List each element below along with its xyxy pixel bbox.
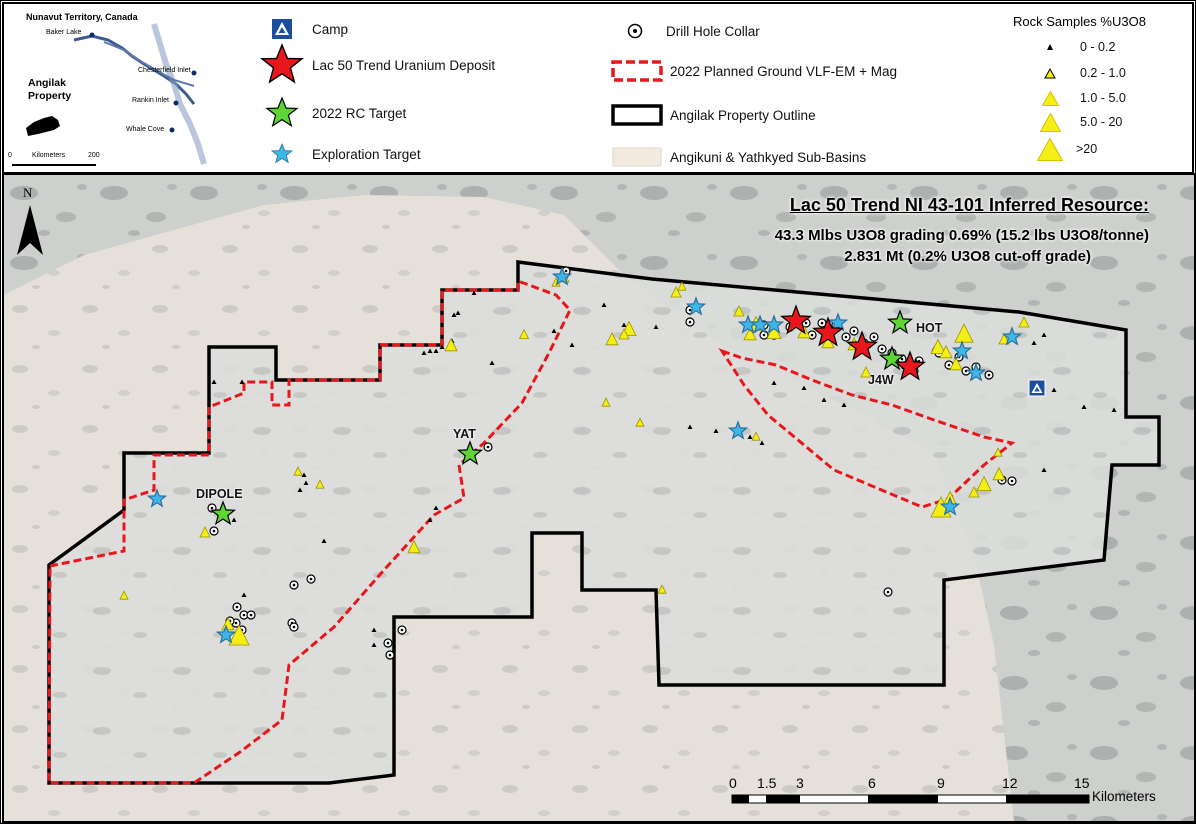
- inset-scale-end: 200: [88, 152, 100, 159]
- legend-drill-label: Drill Hole Collar: [666, 23, 760, 39]
- drill-hole-collar[interactable]: [877, 344, 887, 354]
- resource-line-1: 43.3 Mlbs U3O8 grading 0.69% (15.2 lbs U…: [774, 227, 1149, 244]
- label-hot: HOT: [916, 321, 943, 335]
- inset-scale-start: 0: [8, 152, 12, 159]
- drill-hole-collar[interactable]: [209, 526, 219, 536]
- legend-rock-class-2: 1.0 - 5.0: [1030, 88, 1126, 108]
- drill-hole-collar[interactable]: [246, 610, 256, 620]
- drill-hole-collar[interactable]: [685, 317, 695, 327]
- legend-exploration-label: Exploration Target: [312, 146, 421, 162]
- resource-title: Lac 50 Trend NI 43-101 Inferred Resource…: [789, 195, 1149, 215]
- legend-rock-class-1: 0.2 - 1.0: [1030, 65, 1126, 81]
- scale-tick-5: 12: [1002, 775, 1018, 791]
- scale-tick-3: 6: [868, 775, 876, 791]
- sample-large-icon: [1030, 111, 1070, 133]
- legend-item-outline: Angilak Property Outline: [610, 100, 816, 130]
- drill-hole-collar[interactable]: [883, 587, 893, 597]
- legend-rock-class-0-label: 0 - 0.2: [1080, 40, 1116, 54]
- label-j4w: J4W: [868, 373, 894, 387]
- scale-tick-0: 0: [729, 775, 737, 791]
- inset-baker-lake-dot: [89, 32, 95, 38]
- drill-hole-collar[interactable]: [289, 580, 299, 590]
- legend-outline-label: Angilak Property Outline: [670, 107, 816, 123]
- inset-place-baker-lake: Baker Lake: [46, 29, 82, 36]
- legend-rock-class-2-label: 1.0 - 5.0: [1080, 91, 1126, 105]
- drill-hole-collar[interactable]: [984, 370, 994, 380]
- scale-bar: [731, 794, 1090, 804]
- sample-small-icon: [1030, 65, 1070, 81]
- legend-item-basin: Angikuni & Yathkyed Sub-Basins: [610, 142, 866, 172]
- drill-hole-collar[interactable]: [232, 602, 242, 612]
- inset-scale-unit: Kilometers: [32, 152, 66, 159]
- sample-xlarge-icon: [1030, 136, 1070, 162]
- inset-place-rankin: Rankin Inlet: [132, 97, 169, 104]
- legend-item-survey: 2022 Planned Ground VLF-EM + Mag: [610, 56, 897, 86]
- drill-hole-collar[interactable]: [869, 332, 879, 342]
- inset-coast: [151, 23, 207, 165]
- inset-property-label-2: Property: [28, 90, 72, 102]
- scale-tick-4: 9: [937, 775, 945, 791]
- legend-survey-label: 2022 Planned Ground VLF-EM + Mag: [670, 63, 898, 79]
- legend-deposit-label: Lac 50 Trend Uranium Deposit: [312, 57, 496, 73]
- survey-outline-icon: [610, 56, 664, 86]
- inset-place-whale-cove: Whale Cove: [126, 126, 165, 133]
- drill-hole-icon: [610, 16, 660, 46]
- drill-hole-collar[interactable]: [289, 622, 299, 632]
- drill-hole-collar[interactable]: [397, 625, 407, 635]
- inset-whale-cove-dot: [169, 127, 175, 133]
- scale-unit: Kilometers: [1092, 789, 1156, 804]
- scale-tick-2: 3: [796, 775, 804, 791]
- drill-hole-collar[interactable]: [483, 442, 493, 452]
- drill-hole-collar[interactable]: [849, 326, 859, 336]
- blue-star-icon: [258, 139, 306, 169]
- inset-property-shape: [26, 116, 60, 136]
- inset-rankin-dot: [173, 100, 179, 106]
- drill-hole-collar[interactable]: [759, 330, 769, 340]
- scale-tick-6: 15: [1074, 775, 1090, 791]
- legend-item-exploration: Exploration Target: [258, 139, 421, 169]
- legend-camp-label: Camp: [312, 21, 349, 37]
- resource-line-2: 2.831 Mt (0.2% U3O8 cut-off grade): [844, 248, 1091, 265]
- main-map-svg[interactable]: [4, 175, 1194, 821]
- drill-hole-collar[interactable]: [1007, 476, 1017, 486]
- green-star-icon: [258, 96, 306, 128]
- legend-item-drill: Drill Hole Collar: [610, 16, 760, 46]
- sample-medium-icon: [1030, 88, 1070, 108]
- camp-marker[interactable]: [1028, 379, 1046, 397]
- legend-rock-class-3-label: 5.0 - 20: [1080, 115, 1123, 129]
- drill-hole-collar[interactable]: [841, 332, 851, 342]
- drill-hole-collar[interactable]: [306, 574, 316, 584]
- main-map[interactable]: N Lac 50 Trend NI 43-101 Inferred Resour…: [2, 173, 1196, 823]
- inset-place-chesterfield: Chesterfield Inlet: [138, 67, 191, 74]
- label-dipole: DIPOLE: [196, 487, 243, 501]
- legend-item-camp: Camp: [258, 14, 348, 44]
- inset-map: Nunavut Territory, Canada Baker Lake Che…: [2, 2, 212, 174]
- legend-rock-class-4: >20: [1030, 136, 1097, 162]
- inset-chesterfield-inlet: [103, 41, 195, 87]
- legend-basin-label: Angikuni & Yathkyed Sub-Basins: [670, 149, 867, 165]
- inset-title: Nunavut Territory, Canada: [26, 12, 138, 22]
- legend-panel: Camp Lac 50 Trend Uranium Deposit 2022 R…: [210, 2, 1194, 174]
- legend-rock-class-4-label: >20: [1076, 142, 1098, 156]
- legend-rock-class-0: 0 - 0.2: [1030, 40, 1115, 54]
- north-label: N: [23, 185, 33, 200]
- legend-rc-target-label: 2022 RC Target: [312, 105, 407, 121]
- legend-rock-title: Rock Samples %U3O8: [1013, 14, 1146, 29]
- camp-icon: [258, 14, 306, 44]
- label-yat: YAT: [453, 427, 476, 441]
- inset-property-label-1: Angilak: [28, 77, 66, 89]
- drill-hole-collar[interactable]: [383, 638, 393, 648]
- drill-hole-collar[interactable]: [385, 650, 395, 660]
- legend-rock-class-1-label: 0.2 - 1.0: [1080, 66, 1126, 80]
- property-outline-icon: [610, 100, 664, 130]
- red-star-icon: [258, 43, 306, 84]
- legend-item-deposit: Lac 50 Trend Uranium Deposit: [258, 43, 496, 84]
- inset-chesterfield-dot: [191, 70, 197, 76]
- legend-item-rc-target: 2022 RC Target: [258, 96, 407, 128]
- basin-fill-icon: [610, 142, 664, 172]
- legend-rock-class-3: 5.0 - 20: [1030, 111, 1122, 133]
- scale-tick-1: 1.5: [757, 775, 777, 791]
- sample-tiny-icon: [1030, 40, 1070, 54]
